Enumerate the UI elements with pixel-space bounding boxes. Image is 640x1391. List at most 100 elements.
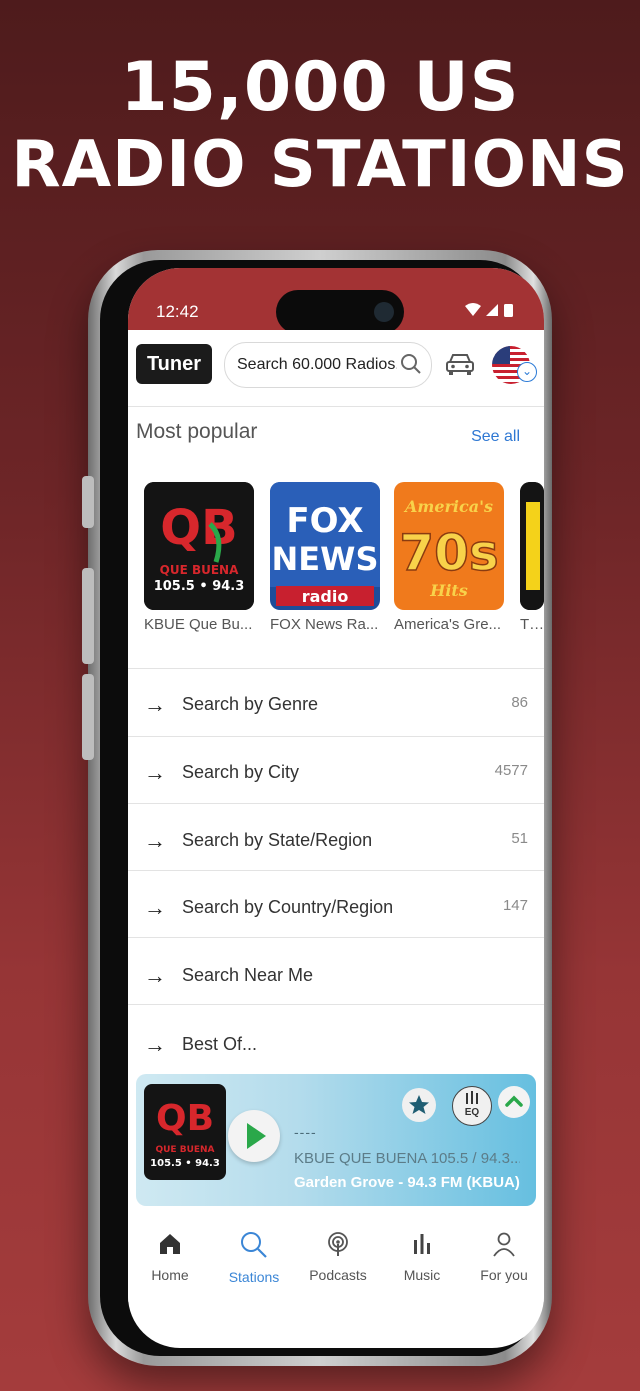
chevron-down-icon[interactable]: ⌄ bbox=[517, 362, 537, 382]
menu-item-label: Best Of... bbox=[182, 1034, 258, 1054]
station-card[interactable]: America's 70s Hits America's Gre... bbox=[394, 482, 504, 633]
nav-label: Podcasts bbox=[309, 1267, 367, 1283]
header-divider bbox=[128, 406, 544, 407]
nav-label: Stations bbox=[228, 1269, 280, 1285]
station-card[interactable]: The bbox=[520, 482, 544, 633]
car-mode-icon[interactable] bbox=[444, 350, 476, 383]
menu-item-state[interactable]: → Search by State/Region 51 bbox=[128, 806, 544, 873]
nav-home[interactable]: Home bbox=[130, 1230, 210, 1283]
nav-label: Music bbox=[403, 1267, 441, 1283]
favorite-button[interactable] bbox=[402, 1088, 436, 1122]
row-divider bbox=[128, 870, 544, 871]
arrow-right-icon: → bbox=[144, 828, 166, 853]
home-icon bbox=[160, 1234, 180, 1254]
logo-text: radio bbox=[302, 587, 349, 606]
menu-item-label: Search by Country/Region bbox=[182, 897, 394, 917]
section-title-most-popular: Most popular bbox=[136, 420, 258, 443]
search-icon[interactable] bbox=[399, 352, 423, 381]
equalizer-button[interactable]: EQ bbox=[452, 1086, 492, 1126]
menu-item-count: 86 bbox=[511, 694, 528, 711]
menu-item-count: 51 bbox=[511, 830, 528, 847]
logo-text: FOX bbox=[286, 501, 363, 541]
logo-text: QB bbox=[156, 1098, 214, 1139]
row-divider bbox=[128, 803, 544, 804]
station-logo-americas-70s: America's 70s Hits bbox=[394, 482, 504, 610]
bottom-navigation: Home Stations Podcasts Music For you bbox=[128, 1212, 544, 1302]
row-divider bbox=[128, 1004, 544, 1005]
menu-item-count: 147 bbox=[502, 897, 528, 914]
player-station-title: KBUE QUE BUENA 105.5 / 94.3... bbox=[294, 1150, 520, 1167]
station-logo-fox-news: FOX NEWS radio bbox=[270, 482, 380, 610]
person-icon bbox=[493, 1232, 515, 1257]
row-divider bbox=[128, 736, 544, 737]
station-logo-que-buena: QB QUE BUENA 105.5 • 94.3 bbox=[144, 482, 254, 610]
nav-label: Home bbox=[151, 1267, 189, 1283]
equalizer-icon bbox=[466, 1091, 478, 1104]
arrow-right-icon: → bbox=[144, 760, 166, 785]
music-bars-icon bbox=[414, 1234, 430, 1254]
app-header: Tuner Search 60.000 Radios... ⌄ bbox=[128, 330, 544, 406]
logo-text: 70s bbox=[399, 524, 498, 582]
arrow-right-icon: → bbox=[144, 963, 166, 988]
status-bar: 12:42 bbox=[128, 268, 544, 334]
nav-label: For you bbox=[480, 1267, 528, 1283]
logo-text: America's bbox=[403, 497, 493, 516]
status-time: 12:42 bbox=[156, 302, 199, 321]
logo-text: Hits bbox=[429, 581, 468, 600]
logo-text: 105.5 • 94.3 bbox=[154, 579, 245, 594]
station-card-label: The bbox=[520, 616, 544, 633]
menu-item-city[interactable]: → Search by City 4577 bbox=[128, 738, 544, 805]
station-card-label: KBUE Que Bu... bbox=[144, 616, 253, 633]
logo-text: NEWS bbox=[272, 540, 379, 578]
play-button[interactable] bbox=[228, 1110, 280, 1162]
mini-player[interactable]: QB QUE BUENA 105.5 • 94.3 ---- KBUE QUE … bbox=[136, 1074, 536, 1206]
wifi-signal-battery-icon bbox=[465, 303, 513, 317]
see-all-link[interactable]: See all bbox=[471, 428, 520, 446]
menu-item-label: Search by Genre bbox=[182, 694, 319, 714]
camera-icon bbox=[374, 302, 394, 322]
search-icon bbox=[241, 1232, 267, 1258]
mytuner-logo[interactable]: Tuner bbox=[136, 344, 212, 384]
dynamic-island bbox=[276, 290, 404, 334]
station-card[interactable]: FOX NEWS radio FOX News Ra... bbox=[270, 482, 380, 633]
arrow-right-icon: → bbox=[144, 692, 166, 717]
station-card[interactable]: QB QUE BUENA 105.5 • 94.3 KBUE Que Bu... bbox=[144, 482, 254, 633]
nav-podcasts[interactable]: Podcasts bbox=[298, 1230, 378, 1283]
phone-volume-up-button bbox=[82, 568, 94, 664]
player-station-subtitle: Garden Grove - 94.3 FM (KBUA) bbox=[294, 1174, 520, 1191]
player-station-logo: QB QUE BUENA 105.5 • 94.3 bbox=[144, 1084, 226, 1180]
logo-text: 105.5 • 94.3 bbox=[150, 1158, 220, 1169]
logo-text: QUE BUENA bbox=[160, 563, 239, 577]
menu-item-best-of[interactable]: → Best Of... bbox=[128, 1010, 544, 1077]
search-bar[interactable]: Search 60.000 Radios... bbox=[224, 342, 432, 388]
phone-volume-down-button bbox=[82, 674, 94, 760]
star-icon bbox=[409, 1095, 429, 1114]
menu-item-label: Search Near Me bbox=[182, 965, 314, 985]
status-icons bbox=[464, 302, 516, 322]
promo-headline-line1: 15,000 US bbox=[120, 48, 520, 127]
station-card-label: FOX News Ra... bbox=[270, 616, 379, 633]
podcast-icon bbox=[328, 1232, 348, 1256]
menu-item-country[interactable]: → Search by Country/Region 147 bbox=[128, 873, 544, 940]
play-icon bbox=[247, 1123, 266, 1149]
logo-text: QB bbox=[160, 500, 237, 556]
menu-item-count: 4577 bbox=[494, 762, 528, 779]
menu-item-label: Search by State/Region bbox=[182, 830, 373, 850]
expand-player-button[interactable] bbox=[498, 1086, 530, 1118]
menu-item-genre[interactable]: → Search by Genre 86 bbox=[128, 670, 544, 737]
nav-stations[interactable]: Stations bbox=[214, 1230, 294, 1285]
promo-headline-line2: RADIO STATIONS bbox=[11, 128, 629, 202]
search-input[interactable]: Search 60.000 Radios... bbox=[237, 356, 397, 374]
menu-item-near-me[interactable]: → Search Near Me bbox=[128, 941, 544, 1008]
nav-for-you[interactable]: For you bbox=[464, 1230, 544, 1283]
station-card-label: America's Gre... bbox=[394, 616, 502, 633]
station-logo-partial bbox=[520, 482, 544, 610]
row-divider bbox=[128, 937, 544, 938]
equalizer-label: EQ bbox=[464, 1107, 480, 1118]
chevron-up-icon bbox=[505, 1095, 523, 1107]
app-screen: 12:42 Tuner Search 60.000 Radios... ⌄ Mo… bbox=[128, 268, 544, 1348]
player-metadata-placeholder: ---- bbox=[294, 1124, 317, 1140]
menu-item-label: Search by City bbox=[182, 762, 300, 782]
arrow-right-icon: → bbox=[144, 1032, 166, 1057]
nav-music[interactable]: Music bbox=[382, 1230, 462, 1283]
